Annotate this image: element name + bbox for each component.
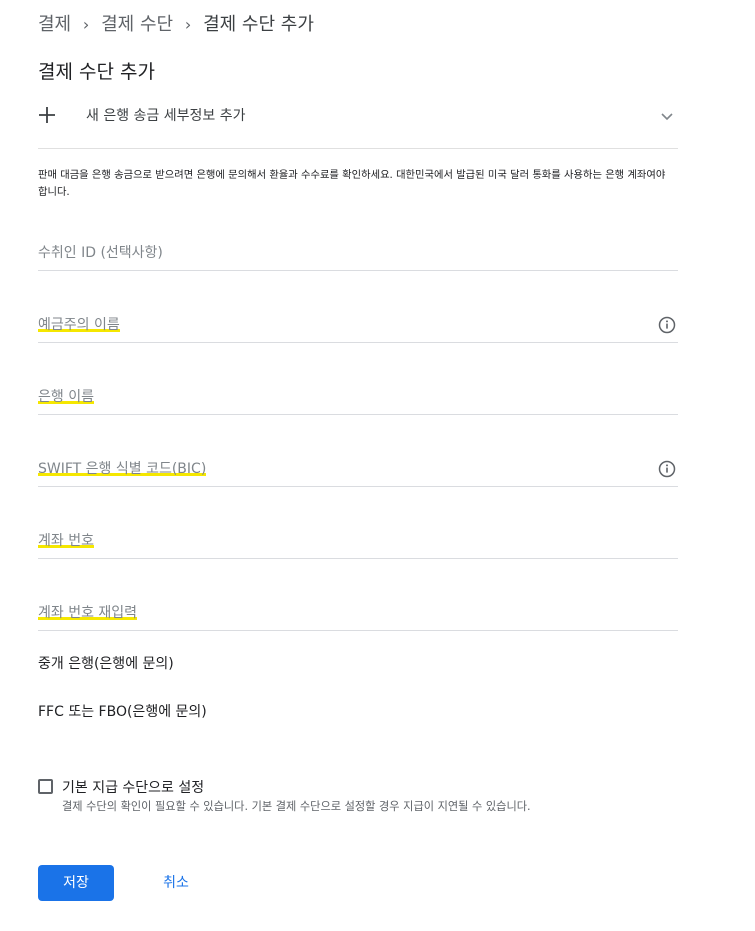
payee-id-placeholder: 수취인 ID (선택사항): [38, 245, 163, 261]
account-holder-placeholder: 예금주의 이름: [38, 314, 120, 334]
info-icon[interactable]: [658, 460, 676, 478]
payee-id-field[interactable]: 수취인 ID (선택사항): [38, 236, 678, 271]
add-bank-transfer-row[interactable]: 새 은행 송금 세부정보 추가: [38, 100, 678, 130]
page-title: 결제 수단 추가: [38, 61, 155, 83]
account-number-placeholder: 계좌 번호: [38, 530, 94, 550]
default-payment-label[interactable]: 기본 지급 수단으로 설정: [62, 777, 204, 797]
save-button[interactable]: 저장: [38, 865, 114, 901]
info-icon[interactable]: [658, 316, 676, 334]
account-number-field[interactable]: 계좌 번호: [38, 524, 678, 559]
breadcrumb-separator-icon: ›: [82, 14, 90, 34]
bank-transfer-notice: 판매 대금을 은행 송금으로 받으려면 은행에 문의해서 환율과 수수료를 확인…: [38, 169, 666, 198]
bank-name-placeholder: 은행 이름: [38, 386, 94, 406]
breadcrumb-payment-methods[interactable]: 결제 수단: [101, 10, 173, 36]
account-holder-field[interactable]: 예금주의 이름: [38, 308, 678, 343]
add-bank-transfer-label: 새 은행 송금 세부정보 추가: [86, 108, 246, 124]
account-number-confirm-placeholder: 계좌 번호 재입력: [38, 602, 138, 622]
section-divider: [38, 148, 678, 149]
ffc-fbo-link[interactable]: FFC 또는 FBO(은행에 문의): [38, 701, 207, 721]
bank-name-field[interactable]: 은행 이름: [38, 380, 678, 415]
swift-code-placeholder: SWIFT 은행 식별 코드(BIC): [38, 458, 207, 478]
intermediary-bank-link[interactable]: 중개 은행(은행에 문의): [38, 653, 174, 673]
breadcrumb-separator-icon: ›: [184, 14, 192, 34]
default-payment-note: 결제 수단의 확인이 필요할 수 있습니다. 기본 결제 수단으로 설정할 경우…: [62, 800, 531, 813]
chevron-down-icon[interactable]: [660, 108, 674, 127]
plus-icon: [38, 100, 60, 130]
swift-code-field[interactable]: SWIFT 은행 식별 코드(BIC): [38, 452, 678, 487]
cancel-button[interactable]: 취소: [148, 865, 204, 901]
breadcrumb: 결제 › 결제 수단 › 결제 수단 추가: [38, 10, 314, 36]
default-payment-checkbox[interactable]: [38, 779, 53, 794]
account-number-confirm-field[interactable]: 계좌 번호 재입력: [38, 596, 678, 631]
breadcrumb-current: 결제 수단 추가: [203, 14, 314, 35]
breadcrumb-payments[interactable]: 결제: [38, 10, 71, 36]
